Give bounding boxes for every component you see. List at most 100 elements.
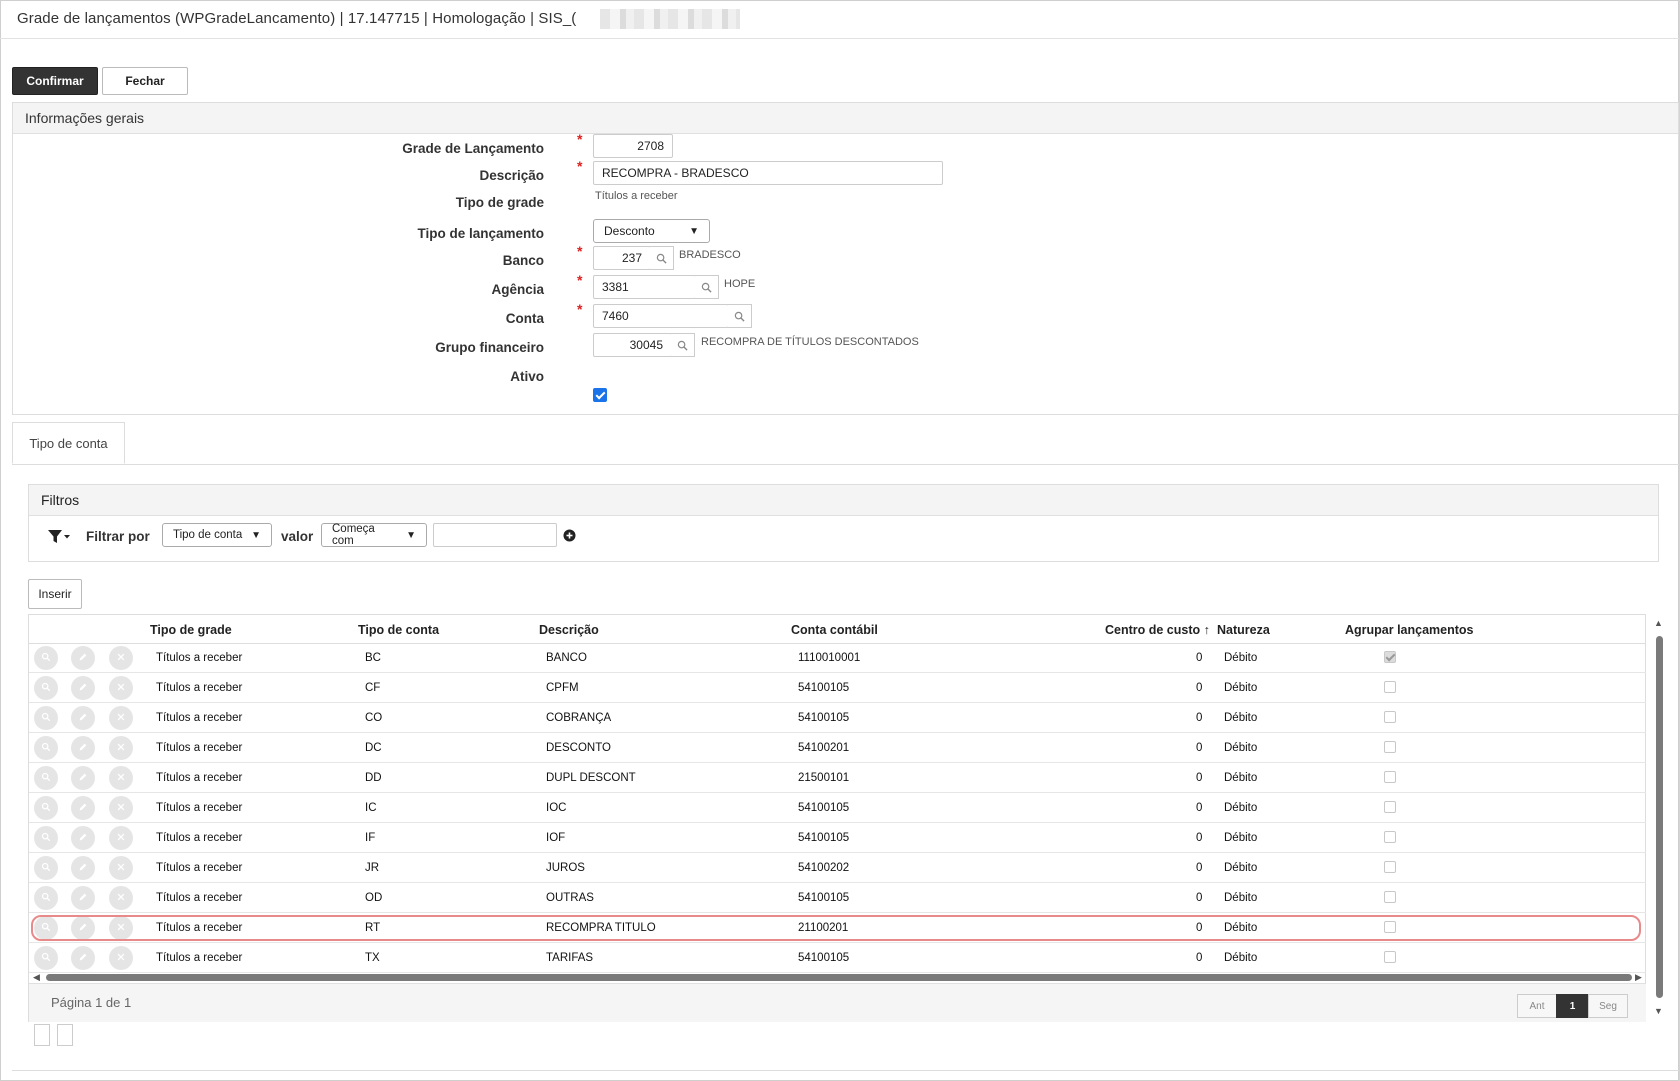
insert-button[interactable]: Inserir [28, 579, 82, 609]
filter-field-select[interactable]: Tipo de conta ▼ [162, 523, 272, 547]
scroll-left-icon[interactable]: ◀ [33, 972, 40, 983]
table-row[interactable]: Títulos a receber DC DESCONTO 54100201 0 Débi… [29, 733, 1646, 763]
delete-row-button[interactable] [109, 826, 133, 850]
tipo-lancamento-select[interactable]: Desconto ▼ [593, 219, 710, 243]
prev-page-button[interactable]: Ant [1517, 994, 1557, 1018]
view-row-button[interactable] [34, 826, 58, 850]
empty-button[interactable] [34, 1024, 50, 1046]
agrupar-checkbox[interactable] [1384, 651, 1396, 663]
edit-row-button[interactable] [71, 826, 95, 850]
delete-row-button[interactable] [109, 946, 133, 970]
label-grupo: Grupo financeiro [435, 340, 544, 355]
edit-row-button[interactable] [71, 736, 95, 760]
delete-row-button[interactable] [109, 676, 133, 700]
table-row[interactable]: Títulos a receber JR JUROS 54100202 0 Débito [29, 853, 1646, 883]
edit-row-button[interactable] [71, 916, 95, 940]
sort-asc-icon: ↑ [1203, 623, 1210, 637]
view-row-button[interactable] [34, 856, 58, 880]
grupo-input[interactable]: 30045 [593, 333, 672, 357]
cell-centro-custo: 0 [1196, 742, 1203, 754]
agrupar-checkbox[interactable] [1384, 801, 1396, 813]
agrupar-checkbox[interactable] [1384, 741, 1396, 753]
view-row-button[interactable] [34, 946, 58, 970]
table-row[interactable]: Títulos a receber CO COBRANÇA 54100105 0 Débi… [29, 703, 1646, 733]
scroll-right-icon[interactable]: ▶ [1635, 972, 1642, 983]
tab-tipo-conta[interactable]: Tipo de conta [12, 422, 125, 464]
col-tipo-conta[interactable]: Tipo de conta [358, 623, 439, 637]
table-row[interactable]: Títulos a receber BC BANCO 1110010001 0 Débit… [29, 643, 1646, 673]
filter-value-input[interactable] [433, 523, 557, 547]
next-page-button[interactable]: Seg [1588, 994, 1628, 1018]
edit-row-button[interactable] [71, 646, 95, 670]
edit-row-button[interactable] [71, 946, 95, 970]
table-row[interactable]: Títulos a receber IF IOF 54100105 0 Débito [29, 823, 1646, 853]
delete-row-button[interactable] [109, 766, 133, 790]
col-descricao[interactable]: Descrição [539, 623, 599, 637]
edit-row-button[interactable] [71, 856, 95, 880]
agrupar-checkbox[interactable] [1384, 771, 1396, 783]
agrupar-checkbox[interactable] [1384, 861, 1396, 873]
grupo-search-button[interactable] [671, 333, 695, 357]
table-row[interactable]: Títulos a receber IC IOC 54100105 0 Débito [29, 793, 1646, 823]
col-tipo-grade[interactable]: Tipo de grade [150, 623, 232, 637]
view-row-button[interactable] [34, 766, 58, 790]
view-row-button[interactable] [34, 886, 58, 910]
edit-row-button[interactable] [71, 706, 95, 730]
delete-row-button[interactable] [109, 886, 133, 910]
scroll-up-icon[interactable]: ▲ [1654, 618, 1663, 628]
delete-row-button[interactable] [109, 646, 133, 670]
col-agrupar[interactable]: Agrupar lançamentos [1345, 623, 1474, 637]
col-centro-custo[interactable]: Centro de custo ↑ [1105, 623, 1210, 637]
banco-search-button[interactable] [650, 246, 674, 270]
agrupar-checkbox[interactable] [1384, 951, 1396, 963]
view-row-button[interactable] [34, 676, 58, 700]
view-row-button[interactable] [34, 736, 58, 760]
view-row-button[interactable] [34, 646, 58, 670]
scroll-down-icon[interactable]: ▼ [1654, 1006, 1663, 1016]
conta-input[interactable]: 7460 [593, 304, 729, 328]
empty-button[interactable] [57, 1024, 73, 1046]
table-row[interactable]: Títulos a receber DD DUPL DESCONT 21500101 0… [29, 763, 1646, 793]
agencia-search-button[interactable] [695, 275, 719, 299]
edit-row-button[interactable] [71, 766, 95, 790]
edit-row-button[interactable] [71, 796, 95, 820]
filter-operator-select[interactable]: Começa com ▼ [321, 523, 427, 547]
agrupar-checkbox[interactable] [1384, 831, 1396, 843]
horizontal-scroll-thumb[interactable] [46, 974, 1632, 981]
table-row[interactable]: Títulos a receber TX TARIFAS 54100105 0 Débit… [29, 943, 1646, 973]
agrupar-checkbox[interactable] [1384, 921, 1396, 933]
vertical-scrollbar[interactable]: ▲ ▼ [1653, 614, 1665, 1022]
chevron-down-icon: ▼ [251, 529, 261, 541]
add-filter-icon[interactable] [563, 529, 576, 547]
edit-row-button[interactable] [71, 886, 95, 910]
edit-row-button[interactable] [71, 676, 95, 700]
agrupar-checkbox[interactable] [1384, 711, 1396, 723]
close-button[interactable]: Fechar [102, 67, 188, 95]
page-1-button[interactable]: 1 [1556, 994, 1589, 1018]
agrupar-checkbox[interactable] [1384, 891, 1396, 903]
table-row[interactable]: Títulos a receber CF CPFM 54100105 0 Débito [29, 673, 1646, 703]
delete-row-button[interactable] [109, 706, 133, 730]
view-row-button[interactable] [34, 916, 58, 940]
funnel-icon[interactable] [47, 529, 71, 550]
view-row-button[interactable] [34, 796, 58, 820]
banco-input[interactable]: 237 [593, 246, 651, 270]
delete-row-button[interactable] [109, 856, 133, 880]
delete-row-button[interactable] [109, 916, 133, 940]
table-row[interactable]: Títulos a receber OD OUTRAS 54100105 0 Débito [29, 883, 1646, 913]
confirm-button[interactable]: Confirmar [12, 67, 98, 95]
grade-input[interactable]: 2708 [593, 134, 673, 158]
table-row[interactable]: Títulos a receber RT RECOMPRA TITULO 211002… [29, 913, 1646, 943]
vertical-scroll-thumb[interactable] [1656, 636, 1663, 998]
ativo-checkbox[interactable] [593, 388, 607, 402]
agencia-input[interactable]: 3381 [593, 275, 696, 299]
delete-row-button[interactable] [109, 736, 133, 760]
conta-search-button[interactable] [728, 304, 752, 328]
agrupar-checkbox[interactable] [1384, 681, 1396, 693]
col-natureza[interactable]: Natureza [1217, 623, 1270, 637]
delete-row-button[interactable] [109, 796, 133, 820]
col-conta-contabil[interactable]: Conta contábil [791, 623, 878, 637]
descricao-input[interactable]: RECOMPRA - BRADESCO [593, 161, 943, 185]
horizontal-scrollbar[interactable]: ◀ ▶ [29, 971, 1646, 983]
view-row-button[interactable] [34, 706, 58, 730]
